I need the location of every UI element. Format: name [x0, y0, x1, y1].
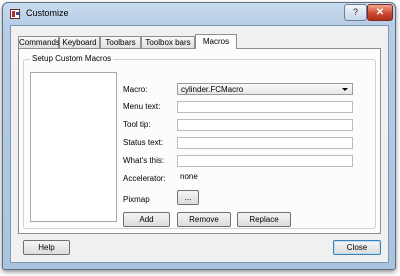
window-title: Customize [26, 8, 69, 18]
macro-list[interactable] [30, 72, 117, 222]
macro-label: Macro: [123, 85, 148, 94]
customize-dialog: Customize ? ✕ Commands Keyboard Toolbars… [2, 2, 396, 270]
tab-toolbox-bars[interactable]: Toolbox bars [141, 36, 195, 48]
accelerator-label: Accelerator: [123, 174, 166, 183]
menu-text-field[interactable] [177, 101, 353, 113]
macros-panel: Setup Custom Macros Macro: cylinder.FCMa… [18, 48, 381, 234]
whats-this-field[interactable] [177, 155, 353, 167]
pixmap-label: Pixmap [123, 195, 150, 204]
pixmap-browse-button[interactable]: ... [177, 190, 199, 205]
close-icon[interactable]: ✕ [367, 4, 393, 21]
status-text-label: Status text: [123, 138, 164, 147]
menu-text-label: Menu text: [123, 102, 161, 111]
title-bar[interactable]: Customize ? ✕ [3, 3, 395, 25]
tab-macros[interactable]: Macros [195, 34, 237, 49]
tab-bar: Commands Keyboard Toolbars Toolbox bars … [11, 26, 388, 49]
macro-select-value: cylinder.FCMacro [181, 85, 244, 94]
tool-tip-field[interactable] [177, 119, 353, 131]
chevron-down-icon [342, 88, 348, 91]
status-text-field[interactable] [177, 137, 353, 149]
tab-toolbars[interactable]: Toolbars [100, 36, 141, 48]
close-button[interactable]: Close [333, 240, 381, 255]
setup-macros-group: Setup Custom Macros Macro: cylinder.FCMa… [23, 54, 376, 229]
remove-button[interactable]: Remove [177, 212, 231, 227]
dialog-client-area: Commands Keyboard Toolbars Toolbox bars … [10, 25, 389, 263]
replace-button[interactable]: Replace [237, 212, 291, 227]
add-button[interactable]: Add [123, 212, 170, 227]
whats-this-label: What's this: [123, 156, 165, 165]
tab-keyboard[interactable]: Keyboard [59, 36, 100, 48]
accelerator-value[interactable]: none [177, 171, 353, 183]
app-icon [10, 9, 20, 19]
help-icon[interactable]: ? [344, 4, 367, 21]
group-title: Setup Custom Macros [30, 54, 114, 63]
macro-select[interactable]: cylinder.FCMacro [177, 83, 353, 95]
tab-commands[interactable]: Commands [18, 36, 60, 48]
help-button[interactable]: Help [23, 240, 70, 255]
tool-tip-label: Tool tip: [123, 120, 151, 129]
